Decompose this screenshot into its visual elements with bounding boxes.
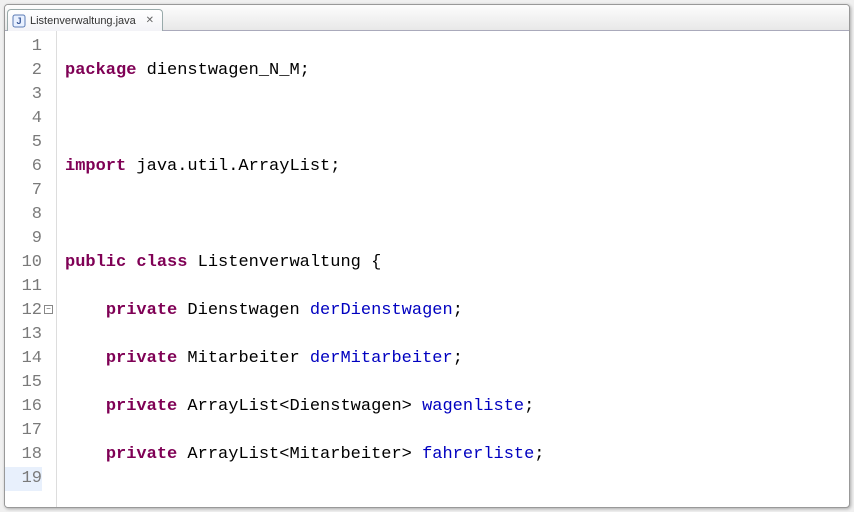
code-line: import java.util.ArrayList; bbox=[65, 155, 849, 179]
java-file-icon: J bbox=[12, 14, 26, 28]
code-line: package dienstwagen_N_M; bbox=[65, 59, 849, 83]
editor-body: 123456789101112−13141516171819 package d… bbox=[5, 31, 849, 507]
line-number: 9 bbox=[5, 227, 42, 251]
tab-bar: J Listenverwaltung.java ✕ bbox=[5, 5, 849, 31]
line-number: 18 bbox=[5, 443, 42, 467]
line-number: 17 bbox=[5, 419, 42, 443]
svg-text:J: J bbox=[16, 16, 21, 26]
tab-filename: Listenverwaltung.java bbox=[30, 15, 136, 27]
line-number: 6 bbox=[5, 155, 42, 179]
code-line: private ArrayList<Dienstwagen> wagenlist… bbox=[65, 395, 849, 419]
code-line: private Dienstwagen derDienstwagen; bbox=[65, 299, 849, 323]
line-number: 10 bbox=[5, 251, 42, 275]
code-line: public class Listenverwaltung { bbox=[65, 251, 849, 275]
file-tab[interactable]: J Listenverwaltung.java ✕ bbox=[7, 9, 163, 31]
code-line bbox=[65, 107, 849, 131]
close-icon[interactable]: ✕ bbox=[144, 15, 156, 27]
fold-toggle-icon[interactable]: − bbox=[44, 305, 53, 314]
line-number: 4 bbox=[5, 107, 42, 131]
line-number: 16 bbox=[5, 395, 42, 419]
code-line: private ArrayList<Mitarbeiter> fahrerlis… bbox=[65, 443, 849, 467]
line-number: 19 bbox=[5, 467, 42, 491]
line-number: 1 bbox=[5, 35, 42, 59]
editor-frame: J Listenverwaltung.java ✕ 12345678910111… bbox=[4, 4, 850, 508]
code-line bbox=[65, 491, 849, 507]
line-number-gutter: 123456789101112−13141516171819 bbox=[5, 31, 57, 507]
code-line bbox=[65, 203, 849, 227]
code-line: private Mitarbeiter derMitarbeiter; bbox=[65, 347, 849, 371]
line-number: 14 bbox=[5, 347, 42, 371]
code-area[interactable]: package dienstwagen_N_M; import java.uti… bbox=[57, 31, 849, 507]
line-number: 3 bbox=[5, 83, 42, 107]
line-number: 5 bbox=[5, 131, 42, 155]
line-number: 2 bbox=[5, 59, 42, 83]
line-number: 13 bbox=[5, 323, 42, 347]
line-number: 11 bbox=[5, 275, 42, 299]
line-number: 8 bbox=[5, 203, 42, 227]
line-number: 12− bbox=[5, 299, 42, 323]
line-number: 7 bbox=[5, 179, 42, 203]
line-number: 15 bbox=[5, 371, 42, 395]
